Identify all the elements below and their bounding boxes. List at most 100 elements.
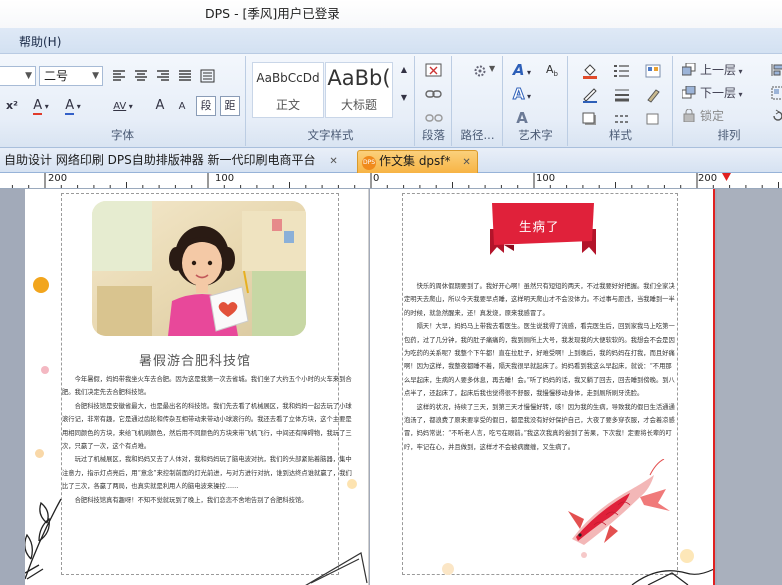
- text-frame-button[interactable]: [422, 60, 446, 80]
- article-title[interactable]: 暑假游合肥科技馆: [139, 350, 251, 369]
- workspace-margin: [717, 189, 782, 585]
- style-scroll-button[interactable]: ▲ ▼: [397, 62, 411, 118]
- bring-forward-button[interactable]: 上一层 ▾: [682, 60, 743, 80]
- align-right-icon: [157, 70, 169, 81]
- close-icon[interactable]: ✕: [462, 152, 470, 173]
- art-text-group: A ▾ Ab A ▾ A 艺术字: [504, 56, 568, 146]
- canvas-workspace[interactable]: 暑假游合肥科技馆 今年暑假，妈妈带我坐火车去合肥。因为这是我第一次去省城。我们坐…: [0, 189, 782, 585]
- paragraph: 这样的状况，持续了三天，到第三天才慢慢好转，咳！因为我的生病，导致我的假日生活通…: [404, 403, 675, 451]
- bring-forward-icon: [682, 63, 696, 76]
- style-normal-card[interactable]: AaBbCcDd 正文: [252, 62, 324, 118]
- right-page[interactable]: 生病了 快乐的周休假期要到了。我好开心啊！虽然只有短短的两天，不过我要好好把握。…: [370, 189, 715, 585]
- dps-logo-icon: DPS: [362, 156, 376, 170]
- align-left-button[interactable]: [109, 66, 129, 86]
- font-name-combo[interactable]: ▼: [0, 66, 36, 86]
- art-text-convert-icon: Ab: [546, 63, 558, 79]
- ruler-ticks: [11, 173, 779, 188]
- pencil-icon: [583, 88, 597, 103]
- distance-button[interactable]: 距: [220, 96, 240, 116]
- font-size-down-button[interactable]: A: [172, 96, 192, 116]
- lock-button[interactable]: 锁定: [682, 106, 724, 126]
- koi-fish-illustration: [568, 459, 670, 558]
- style-heading-sample: AaBb(: [327, 66, 391, 90]
- art-text-effect-button[interactable]: A: [508, 108, 536, 128]
- ribbon: ▼ 二号 ▼ x² A ▾ A ▾ AV ▾ A A 段 距 字体 AaBbCc…: [0, 54, 782, 148]
- send-backward-icon: [682, 86, 696, 99]
- segment-label: 段: [200, 99, 212, 112]
- line-style-button[interactable]: [607, 84, 637, 104]
- shadow-icon: [582, 112, 596, 125]
- group-objects-icon: [771, 86, 782, 100]
- link-button[interactable]: [422, 84, 446, 104]
- unlink-button[interactable]: [422, 108, 446, 128]
- line-color-button[interactable]: [575, 84, 605, 104]
- student-photo[interactable]: [92, 201, 306, 336]
- char-spacing-button[interactable]: AV ▾: [108, 96, 138, 116]
- tab-website-link[interactable]: 自助设计 网络印刷 DPS自助排版神器 新一代印刷电商平台 ✕: [4, 150, 338, 173]
- rotate-icon: [773, 109, 782, 121]
- art-text-outline-button[interactable]: A ▾: [508, 84, 536, 104]
- horizontal-ruler[interactable]: 200 100 0 100 200: [0, 173, 782, 189]
- distribute-button[interactable]: [198, 66, 218, 86]
- paragraph: 隔天！大早，妈妈马上带我去看医生。医生说我得了流感，看完医生后，回到家我马上吃第…: [404, 323, 675, 398]
- art-text-fill-button[interactable]: A ▾: [508, 60, 536, 80]
- arrange-group: 上一层 ▾ 下一层 ▾ 锁定 排列: [674, 56, 782, 146]
- decor-dot: [442, 563, 454, 575]
- unlink-icon: [425, 114, 443, 122]
- transparency-button[interactable]: [641, 108, 665, 128]
- menu-help[interactable]: 帮助(H): [13, 33, 67, 50]
- paragraph-group-label: 段落: [422, 128, 445, 142]
- left-article-body[interactable]: 今年暑假，妈妈带我坐火车去合肥。因为这是我第一次去省城。我们坐了大约五个小时的火…: [62, 373, 352, 507]
- align-center-button[interactable]: [131, 66, 151, 86]
- paragraph: 合肥科技馆真有趣呀！不知不觉就玩到了晚上，我们恋恋不舍地告别了合肥科技馆。: [74, 496, 308, 504]
- style-normal-name: 正文: [275, 98, 300, 112]
- align-right-button[interactable]: [153, 66, 173, 86]
- shadow-button[interactable]: [575, 108, 605, 128]
- right-article-body[interactable]: 快乐的周休假期要到了。我好开心啊！虽然只有短短的两天，不过我要好好把握。我们全家…: [404, 280, 676, 454]
- style-group-label: 样式: [609, 128, 632, 142]
- art-text-outline-icon: A: [512, 85, 525, 104]
- highlight-color-button[interactable]: A ▾: [58, 96, 88, 116]
- justify-button[interactable]: [175, 66, 195, 86]
- document-tab-strip: 自助设计 网络印刷 DPS自助排版神器 新一代印刷电商平台 ✕ DPS 作文集 d…: [0, 148, 782, 173]
- tab-active-label: 作文集 dpsf*: [379, 154, 451, 168]
- palette-icon: [645, 64, 661, 78]
- style-color-button[interactable]: [641, 60, 665, 80]
- format-painter-button[interactable]: [641, 84, 665, 104]
- brush-icon: [647, 89, 660, 103]
- align-center-icon: [135, 70, 147, 81]
- group-objects-button[interactable]: [770, 83, 782, 103]
- paragraph-group: 段落: [416, 56, 452, 146]
- font-color-icon: A: [33, 98, 43, 115]
- decor-dot: [35, 449, 44, 458]
- leaf-sketch-decoration: [25, 498, 62, 580]
- lock-label: 锁定: [700, 109, 725, 123]
- ruler-label: 100: [215, 173, 235, 184]
- style-heading-name: 大标题: [340, 98, 377, 112]
- dash-style-button[interactable]: [607, 108, 637, 128]
- text-frame-icon: [425, 63, 442, 77]
- distance-label: 距: [224, 99, 236, 112]
- style-normal-sample: AaBbCcDd: [256, 71, 320, 85]
- highlight-color-icon: A: [65, 98, 75, 115]
- rotate-objects-button[interactable]: [770, 106, 782, 126]
- paragraph: 快乐的周休假期要到了。我好开心啊！虽然只有短短的两天，不过我要好好把握。我们全家…: [404, 283, 675, 317]
- align-objects-button[interactable]: [770, 60, 782, 80]
- segment-button[interactable]: 段: [196, 96, 216, 116]
- superscript-button[interactable]: x²: [2, 96, 22, 116]
- close-icon[interactable]: ✕: [329, 151, 337, 172]
- left-page[interactable]: 暑假游合肥科技馆 今年暑假，妈妈带我坐火车去合肥。因为这是我第一次去省城。我们坐…: [25, 189, 369, 585]
- art-text-convert-button[interactable]: Ab: [540, 60, 564, 80]
- list-style-button[interactable]: [607, 60, 637, 80]
- book-sketch-decoration: [631, 568, 713, 585]
- font-size-up-button[interactable]: A: [150, 96, 170, 116]
- fill-color-button[interactable]: [575, 60, 605, 80]
- menu-bar: 帮助(H): [0, 28, 782, 54]
- font-color-button[interactable]: A ▾: [26, 96, 56, 116]
- font-size-combo[interactable]: 二号 ▼: [39, 66, 103, 86]
- tab-active-document[interactable]: DPS 作文集 dpsf* ✕: [357, 150, 478, 173]
- chevron-down-icon: ▼: [25, 71, 32, 81]
- style-heading-card[interactable]: AaBb( 大标题: [325, 62, 393, 118]
- arrange-group-label: 排列: [717, 128, 741, 142]
- send-backward-button[interactable]: 下一层 ▾: [682, 83, 743, 103]
